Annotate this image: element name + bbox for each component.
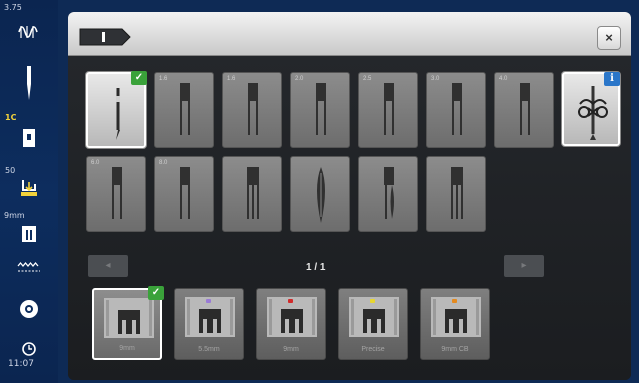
presser-foot-icon[interactable] xyxy=(17,224,41,244)
presser-foot-option-5[interactable]: 9mm CB xyxy=(420,288,490,360)
presser-foot-icon xyxy=(267,297,317,337)
needle-triple-icon xyxy=(247,167,259,219)
presser-foot-option-1[interactable]: 9mm ✓ xyxy=(92,286,164,360)
foot-color-marker xyxy=(370,299,375,303)
presser-foot-icon xyxy=(349,297,399,337)
foot-color-marker xyxy=(206,299,211,303)
needle-option-10[interactable] xyxy=(222,156,282,232)
needle-tab-icon[interactable] xyxy=(78,27,132,47)
needle-twin-icon xyxy=(520,83,530,135)
needle-threader-button[interactable]: i xyxy=(562,72,620,146)
foot-color-marker xyxy=(452,299,457,303)
presser-foot-pressure-icon[interactable] xyxy=(17,176,41,200)
presser-foot-label: 5.5mm xyxy=(198,346,220,353)
prev-page-button[interactable]: ◂ xyxy=(88,255,128,277)
close-button[interactable]: × xyxy=(597,26,621,50)
page-indicator: 1 / 1 xyxy=(306,262,326,273)
presser-foot-option-3[interactable]: 9mm xyxy=(256,288,326,360)
needle-option-7[interactable]: 4.0 xyxy=(494,72,554,148)
needle-icon[interactable] xyxy=(17,64,41,102)
needle-option-11[interactable] xyxy=(290,156,350,232)
presser-foot-label: Precise xyxy=(361,346,385,353)
presser-foot-icon xyxy=(185,297,235,337)
presser-foot-label: 9mm xyxy=(283,346,299,353)
needle-single-icon xyxy=(116,88,120,140)
presser-foot-label: 9mm CB xyxy=(441,346,469,353)
needle-option-12[interactable] xyxy=(358,156,418,232)
checkmark-icon: ✓ xyxy=(131,71,147,85)
clock-icon xyxy=(22,342,36,356)
clock-time: 11:07 xyxy=(8,359,34,369)
needle-wing-icon xyxy=(317,167,325,223)
bobbin-case-icon[interactable] xyxy=(17,126,41,150)
needle-option-13[interactable] xyxy=(426,156,486,232)
needle-option-3[interactable]: 1.6 xyxy=(222,72,282,148)
needle-twin-icon xyxy=(384,83,394,135)
presser-foot-pressure-value: 50 xyxy=(5,166,16,175)
info-icon[interactable]: i xyxy=(604,72,620,86)
needle-selection-dialog: × ✓ 1.6 1.6 2.0 2.5 3.0 4.0 6.0 8.0 i ◂ 1 / 1 ▸ … xyxy=(68,12,631,380)
needle-option-4[interactable]: 2.0 xyxy=(290,72,350,148)
needle-option-1[interactable]: ✓ xyxy=(86,71,147,148)
needle-option-9[interactable]: 8.0 xyxy=(154,156,214,232)
needle-twin-icon xyxy=(248,83,258,135)
presser-foot-label: 9mm xyxy=(119,345,135,352)
checkmark-icon: ✓ xyxy=(148,286,164,300)
needle-triple-icon xyxy=(451,167,463,219)
status-sidebar: 3.75 1C 50 9mm 11:07 xyxy=(0,0,58,383)
presser-foot-icon xyxy=(431,297,481,337)
needle-twin-icon xyxy=(452,83,462,135)
next-page-button[interactable]: ▸ xyxy=(504,255,544,277)
dialog-header: × xyxy=(68,12,631,56)
needle-grid-area: ✓ 1.6 1.6 2.0 2.5 3.0 4.0 6.0 8.0 i ◂ 1 / 1 ▸ 9m… xyxy=(68,56,631,380)
needle-twin-icon xyxy=(112,167,122,219)
needle-option-2[interactable]: 1.6 xyxy=(154,72,214,148)
foot-color-marker xyxy=(288,299,293,303)
stitch-plate-icon[interactable] xyxy=(17,297,41,321)
needle-twin-wing-icon xyxy=(384,167,394,219)
needle-twin-icon xyxy=(316,83,326,135)
needle-option-6[interactable]: 3.0 xyxy=(426,72,486,148)
presser-foot-option-4[interactable]: Precise xyxy=(338,288,408,360)
needle-option-5[interactable]: 2.5 xyxy=(358,72,418,148)
thread-tension-icon[interactable] xyxy=(17,18,41,40)
feed-dog-icon[interactable] xyxy=(17,258,41,276)
needle-twin-icon xyxy=(180,167,190,219)
thread-label: 1C xyxy=(5,113,17,122)
presser-foot-option-2[interactable]: 5.5mm xyxy=(174,288,244,360)
needle-option-8[interactable]: 6.0 xyxy=(86,156,146,232)
needle-twin-icon xyxy=(180,83,190,135)
needle-size-value: 3.75 xyxy=(4,3,22,12)
stitch-width-value: 9mm xyxy=(4,211,25,220)
